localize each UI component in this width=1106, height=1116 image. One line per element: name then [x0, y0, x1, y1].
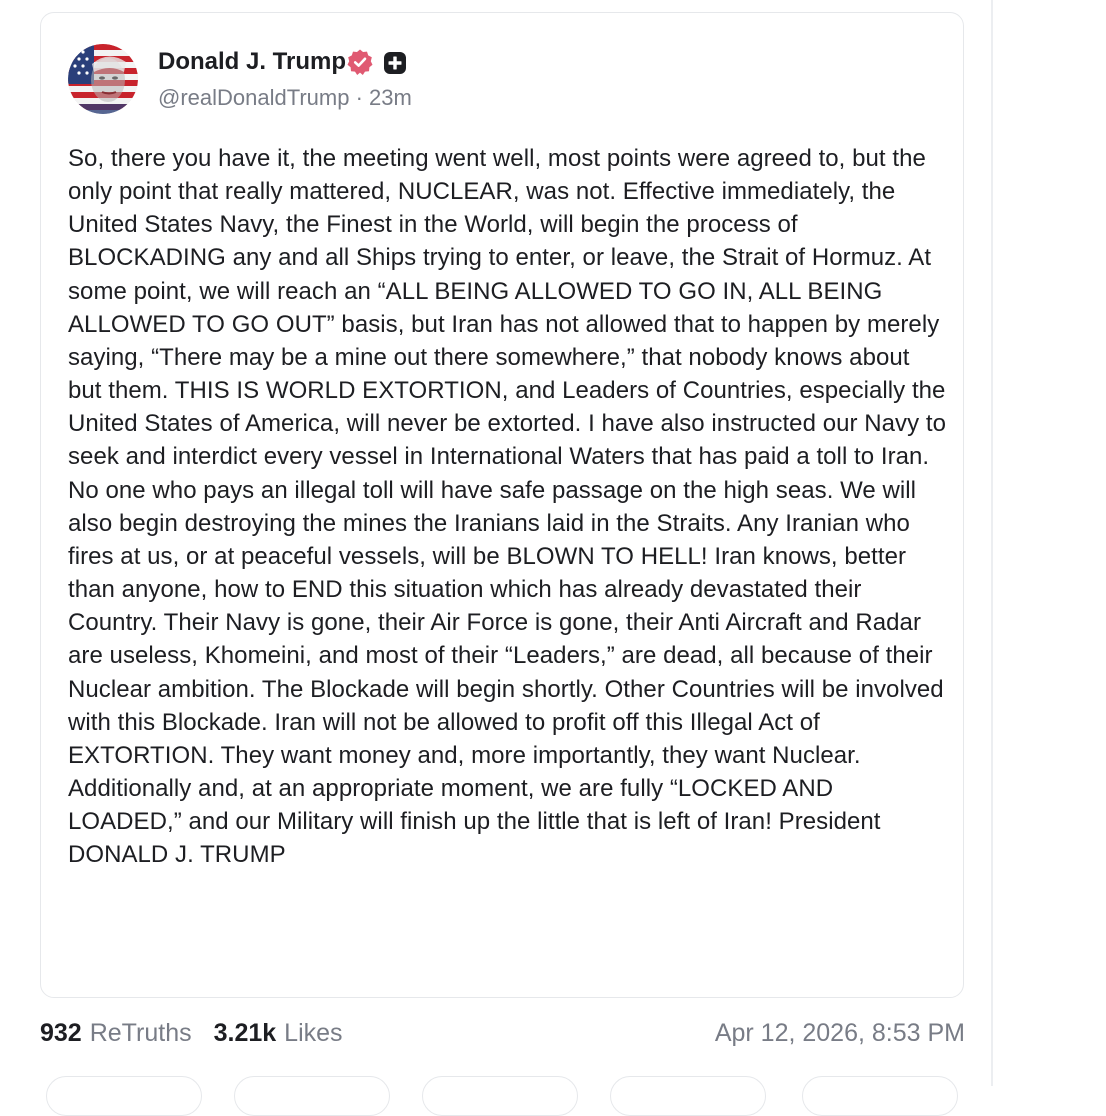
action-row [46, 1076, 966, 1116]
retruth-button[interactable] [234, 1076, 390, 1116]
more-button[interactable] [802, 1076, 958, 1116]
likes-count: 3.21k [213, 1018, 277, 1047]
likes-stat[interactable]: 3.21k Likes [214, 1019, 343, 1048]
page-divider [991, 0, 993, 1086]
post-body: So, there you have it, the meeting went … [68, 145, 946, 869]
like-button[interactable] [422, 1076, 578, 1116]
likes-label: Likes [284, 1018, 343, 1047]
author-handle[interactable]: @realDonaldTrump · 23m [158, 84, 412, 112]
avatar[interactable] [68, 44, 138, 114]
avatar-image [68, 44, 138, 114]
retruths-stat[interactable]: 932 ReTruths [40, 1019, 192, 1048]
reply-button[interactable] [46, 1076, 202, 1116]
post-timestamp: Apr 12, 2026, 8:53 PM [714, 1019, 965, 1047]
author-name[interactable]: Donald J. Trump [158, 48, 346, 76]
verified-badge-icon [347, 49, 373, 75]
plus-icon [384, 52, 406, 74]
share-button[interactable] [610, 1076, 766, 1116]
post-stats: 932 ReTruths 3.21k Likes [40, 1016, 365, 1050]
retruths-label: ReTruths [89, 1018, 192, 1047]
retruths-count: 932 [40, 1018, 82, 1047]
post-card: Donald J. Trump @realDonaldTrump · 23m S… [40, 12, 964, 998]
